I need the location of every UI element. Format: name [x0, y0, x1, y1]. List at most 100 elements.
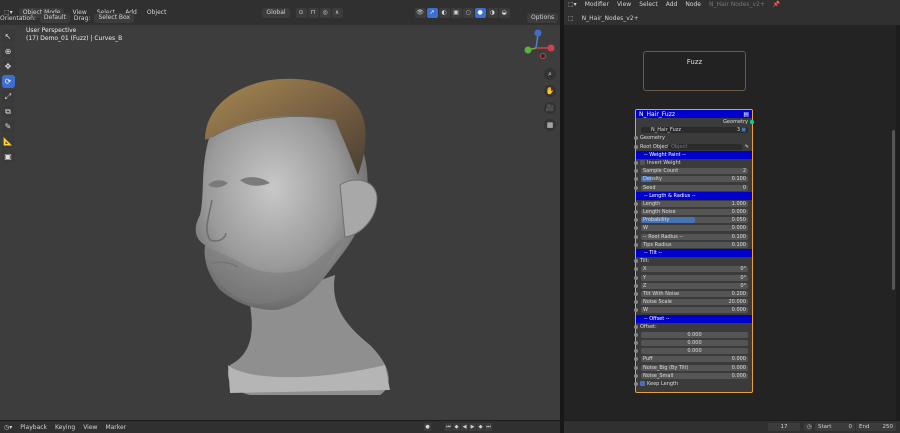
- node-group-icon[interactable]: ▤: [743, 111, 749, 118]
- y-axis-icon[interactable]: [524, 46, 532, 54]
- x-axis-icon[interactable]: [547, 44, 555, 52]
- value-field[interactable]: Puff 0.000: [641, 356, 748, 363]
- editor-type-icon[interactable]: ⬚▾: [568, 1, 577, 8]
- clock-icon[interactable]: ◷: [804, 423, 812, 431]
- value-field[interactable]: Length 1.000: [641, 200, 748, 207]
- value-field[interactable]: Noise Scale 20.000: [641, 299, 748, 306]
- menu-marker[interactable]: Marker: [105, 424, 126, 431]
- jump-end-icon[interactable]: ⏭: [485, 423, 492, 431]
- value-field[interactable]: 0.000: [641, 331, 748, 338]
- input-socket[interactable]: [634, 169, 638, 174]
- input-socket[interactable]: [634, 242, 638, 247]
- menu-object[interactable]: Object: [145, 8, 169, 17]
- play-icon[interactable]: ▶: [469, 423, 476, 431]
- input-socket[interactable]: [634, 234, 638, 239]
- input-socket[interactable]: [634, 185, 638, 190]
- input-socket[interactable]: [634, 300, 638, 305]
- node-row-check[interactable]: Invert Weight: [634, 159, 752, 167]
- node-row-value[interactable]: Tips Radius 0.100: [634, 241, 752, 249]
- record-icon[interactable]: ●: [424, 423, 431, 431]
- node-header[interactable]: N_Hair_Fuzz ▤: [636, 110, 752, 118]
- gizmo-icon[interactable]: ↗: [426, 7, 438, 18]
- node-row-value[interactable]: Sample Count 2: [634, 167, 752, 175]
- value-field[interactable]: Z 0°: [641, 282, 748, 289]
- zoom-icon[interactable]: ⌕: [544, 68, 556, 80]
- input-socket[interactable]: [634, 177, 638, 182]
- input-socket[interactable]: [634, 210, 638, 215]
- fake-user-icon[interactable]: ■: [741, 127, 746, 133]
- value-field[interactable]: Sample Count 2: [641, 168, 748, 175]
- add-cube-tool-icon[interactable]: ▣: [1, 150, 15, 163]
- checkbox[interactable]: [640, 159, 645, 165]
- transform-tool-icon[interactable]: ⧉: [1, 105, 15, 118]
- play-reverse-icon[interactable]: ◀: [461, 423, 468, 431]
- node-row-value[interactable]: Tilt With Noise 0.200: [634, 290, 752, 298]
- value-field[interactable]: 0.000: [641, 348, 748, 355]
- menu-playback[interactable]: Playback: [20, 424, 47, 431]
- node-row-value[interactable]: Probability 0.050: [634, 216, 752, 224]
- falloff-icon[interactable]: ∧: [331, 7, 343, 18]
- pivot-icon[interactable]: ⊙: [295, 7, 307, 18]
- menu-view[interactable]: View: [617, 1, 631, 8]
- node-row-value[interactable]: -- Root Radius -- 0.100: [634, 233, 752, 241]
- input-socket[interactable]: [634, 201, 638, 206]
- node-row-value[interactable]: 0.000: [634, 347, 752, 355]
- frame-node[interactable]: Fuzz: [643, 51, 746, 91]
- eyedropper-icon[interactable]: ✎: [745, 143, 749, 151]
- menu-view[interactable]: View: [83, 424, 97, 431]
- value-field[interactable]: Probability 0.050: [641, 217, 748, 224]
- jump-start-icon[interactable]: ⏮: [445, 423, 452, 431]
- value-field[interactable]: X 0°: [641, 266, 748, 273]
- grid-perspective-icon[interactable]: ▦: [544, 119, 556, 131]
- start-frame-field[interactable]: Start 0: [815, 423, 855, 431]
- node-row-value[interactable]: Noise_Small 0.000: [634, 372, 752, 380]
- rendered-shading-icon[interactable]: ◒: [498, 7, 510, 18]
- visibility-icon[interactable]: 👁: [414, 7, 426, 18]
- input-socket[interactable]: [634, 144, 638, 149]
- value-field[interactable]: Length Noise 0.000: [641, 209, 748, 216]
- prev-key-icon[interactable]: ◆: [453, 423, 460, 431]
- node-row-object[interactable]: Root Object: Object ✎: [634, 143, 752, 151]
- input-socket[interactable]: [634, 218, 638, 223]
- scale-tool-icon[interactable]: ⤢: [1, 90, 15, 103]
- node-row-value[interactable]: Puff 0.000: [634, 355, 752, 363]
- input-socket[interactable]: [634, 349, 638, 354]
- input-socket[interactable]: [634, 160, 638, 165]
- select-tool-icon[interactable]: ↖: [1, 30, 15, 43]
- node-row-value[interactable]: 0.000: [634, 331, 752, 339]
- editor-type-icon[interactable]: ◷▾: [4, 424, 12, 431]
- node-row-value[interactable]: Y 0°: [634, 274, 752, 282]
- solid-shading-icon[interactable]: ●: [474, 7, 486, 18]
- xray-icon[interactable]: ▣: [450, 7, 462, 18]
- input-socket[interactable]: [634, 341, 638, 346]
- 3d-viewport[interactable]: [0, 25, 560, 420]
- value-field[interactable]: Y 0°: [641, 274, 748, 281]
- input-socket[interactable]: [634, 365, 638, 370]
- proportional-icon[interactable]: ◎: [319, 7, 331, 18]
- annotate-tool-icon[interactable]: ✎: [1, 120, 15, 133]
- node-row-value[interactable]: Z 0°: [634, 282, 752, 290]
- value-field[interactable]: 0.000: [641, 340, 748, 347]
- node-row-panel[interactable]: -- Offset --: [636, 314, 752, 323]
- drag-dropdown[interactable]: Select Box: [94, 13, 135, 23]
- pan-hand-icon[interactable]: ✋: [544, 85, 556, 97]
- node-group-selector[interactable]: N_Hair Nodes_v2+: [709, 1, 765, 8]
- node-row-value[interactable]: Density 0.100: [634, 175, 752, 183]
- node-editor-scrollbar[interactable]: [892, 130, 895, 290]
- z-axis-icon[interactable]: [534, 29, 542, 37]
- node-row-panel[interactable]: -- Tilt --: [636, 249, 752, 258]
- value-field[interactable]: Noise_Big (By Tilt) 0.000: [641, 364, 748, 371]
- node-row-value[interactable]: Noise Scale 20.000: [634, 298, 752, 306]
- node-row-value[interactable]: Length 1.000: [634, 200, 752, 208]
- measure-tool-icon[interactable]: 📐: [1, 135, 15, 148]
- input-socket[interactable]: [634, 373, 638, 378]
- node-row-panel[interactable]: -- Weight Paint --: [636, 150, 752, 159]
- input-socket[interactable]: [634, 382, 638, 386]
- object-picker-field[interactable]: Object: [668, 143, 742, 150]
- checkbox[interactable]: [640, 381, 645, 386]
- output-socket[interactable]: [750, 120, 754, 124]
- menu-add[interactable]: Add: [666, 1, 678, 8]
- wireframe-shading-icon[interactable]: ○: [462, 7, 474, 18]
- overlay-icon[interactable]: ◐: [438, 7, 450, 18]
- input-socket[interactable]: [634, 267, 638, 272]
